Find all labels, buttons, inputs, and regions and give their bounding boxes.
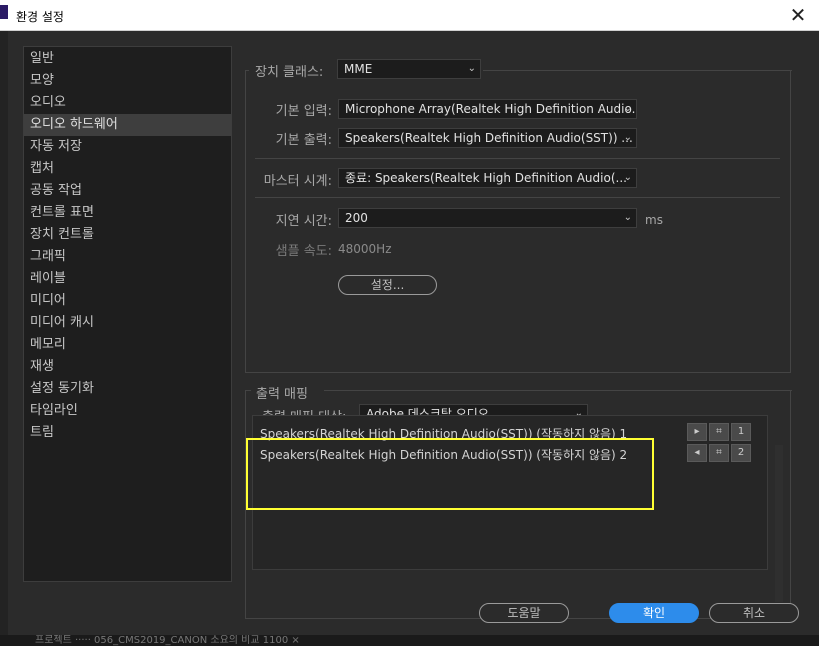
- sidebar-item-playback[interactable]: 재생: [24, 356, 231, 378]
- speaker-icon[interactable]: ◂: [687, 444, 707, 462]
- background-app-strip: 프로젝트 ····· 056_CMS2019_CANON 소요의 비교 1100…: [0, 635, 819, 646]
- default-input-value: Microphone Array(Realtek High Definition…: [345, 102, 637, 116]
- sidebar-item-appearance[interactable]: 모양: [24, 70, 231, 92]
- window-title: 환경 설정: [16, 10, 64, 24]
- sidebar-item-sync-settings[interactable]: 설정 동기화: [24, 378, 231, 400]
- app-icon: [0, 5, 8, 19]
- channel-number-badge: 2: [731, 444, 751, 462]
- sidebar-item-media[interactable]: 미디어: [24, 290, 231, 312]
- chevron-down-icon: ⌄: [623, 172, 632, 183]
- latency-unit: ms: [645, 213, 663, 227]
- device-class-dropdown[interactable]: MME ⌄: [337, 59, 481, 79]
- default-output-value: Speakers(Realtek High Definition Audio(S…: [345, 131, 633, 145]
- default-input-dropdown[interactable]: Microphone Array(Realtek High Definition…: [338, 99, 637, 119]
- mapping-row[interactable]: Speakers(Realtek High Definition Audio(S…: [260, 446, 627, 463]
- category-sidebar: 일반 모양 오디오 오디오 하드웨어 자동 저장 캡처 공동 작업 컨트롤 표면…: [23, 46, 232, 582]
- output-mapping-section-label: 출력 매핑: [256, 387, 308, 402]
- ok-button[interactable]: 확인: [609, 603, 699, 623]
- sidebar-item-audio[interactable]: 오디오: [24, 92, 231, 114]
- sidebar-item-memory[interactable]: 메모리: [24, 334, 231, 356]
- master-clock-label: 마스터 시계:: [263, 174, 332, 189]
- sidebar-item-device-control[interactable]: 장치 컨트롤: [24, 224, 231, 246]
- close-icon[interactable]: ✕: [787, 4, 809, 26]
- sidebar-item-labels[interactable]: 레이블: [24, 268, 231, 290]
- sidebar-item-general[interactable]: 일반: [24, 48, 231, 70]
- sidebar-item-capture[interactable]: 캡처: [24, 158, 231, 180]
- device-class-value: MME: [344, 62, 373, 76]
- sidebar-item-graphics[interactable]: 그래픽: [24, 246, 231, 268]
- chevron-down-icon: ⌄: [467, 63, 476, 74]
- default-output-dropdown[interactable]: Speakers(Realtek High Definition Audio(S…: [338, 128, 637, 148]
- latency-value: 200: [345, 211, 368, 225]
- chevron-down-icon: ⌄: [623, 132, 632, 143]
- help-button[interactable]: 도움말: [479, 603, 569, 623]
- chevron-down-icon: ⌄: [623, 103, 632, 114]
- default-input-label: 기본 입력:: [275, 104, 332, 119]
- sidebar-item-trim[interactable]: 트림: [24, 422, 231, 444]
- latency-label: 지연 시간:: [275, 214, 332, 229]
- channel-route-icon[interactable]: ⌗: [709, 423, 729, 441]
- sample-rate-value: 48000Hz: [338, 242, 392, 256]
- sidebar-item-timeline[interactable]: 타임라인: [24, 400, 231, 422]
- master-clock-dropdown[interactable]: 종료: Speakers(Realtek High Definition Aud…: [338, 168, 637, 188]
- master-clock-value: 종료: Speakers(Realtek High Definition Aud…: [345, 171, 627, 185]
- sample-rate-label: 샘플 속도:: [275, 244, 332, 259]
- mapping-list: Speakers(Realtek High Definition Audio(S…: [252, 415, 768, 570]
- channel-play-icon[interactable]: ▸: [687, 423, 707, 441]
- channel-number-badge: 1: [731, 423, 751, 441]
- mapping-scrollbar[interactable]: [775, 445, 783, 602]
- sidebar-item-collaboration[interactable]: 공동 작업: [24, 180, 231, 202]
- settings-button[interactable]: 설정...: [338, 275, 437, 295]
- default-output-label: 기본 출력:: [275, 133, 332, 148]
- latency-dropdown[interactable]: 200 ⌄: [338, 208, 637, 228]
- title-bar: 환경 설정 ✕: [0, 0, 819, 31]
- sidebar-item-media-cache[interactable]: 미디어 캐시: [24, 312, 231, 334]
- sidebar-item-control-surface[interactable]: 컨트롤 표면: [24, 202, 231, 224]
- device-class-label: 장치 클래스:: [255, 65, 324, 80]
- channel-route-icon[interactable]: ⌗: [709, 444, 729, 462]
- sidebar-item-audio-hardware[interactable]: 오디오 하드웨어: [24, 114, 231, 136]
- cancel-button[interactable]: 취소: [709, 603, 799, 623]
- mapping-row[interactable]: Speakers(Realtek High Definition Audio(S…: [260, 425, 627, 442]
- sidebar-item-auto-save[interactable]: 자동 저장: [24, 136, 231, 158]
- chevron-down-icon: ⌄: [623, 212, 632, 223]
